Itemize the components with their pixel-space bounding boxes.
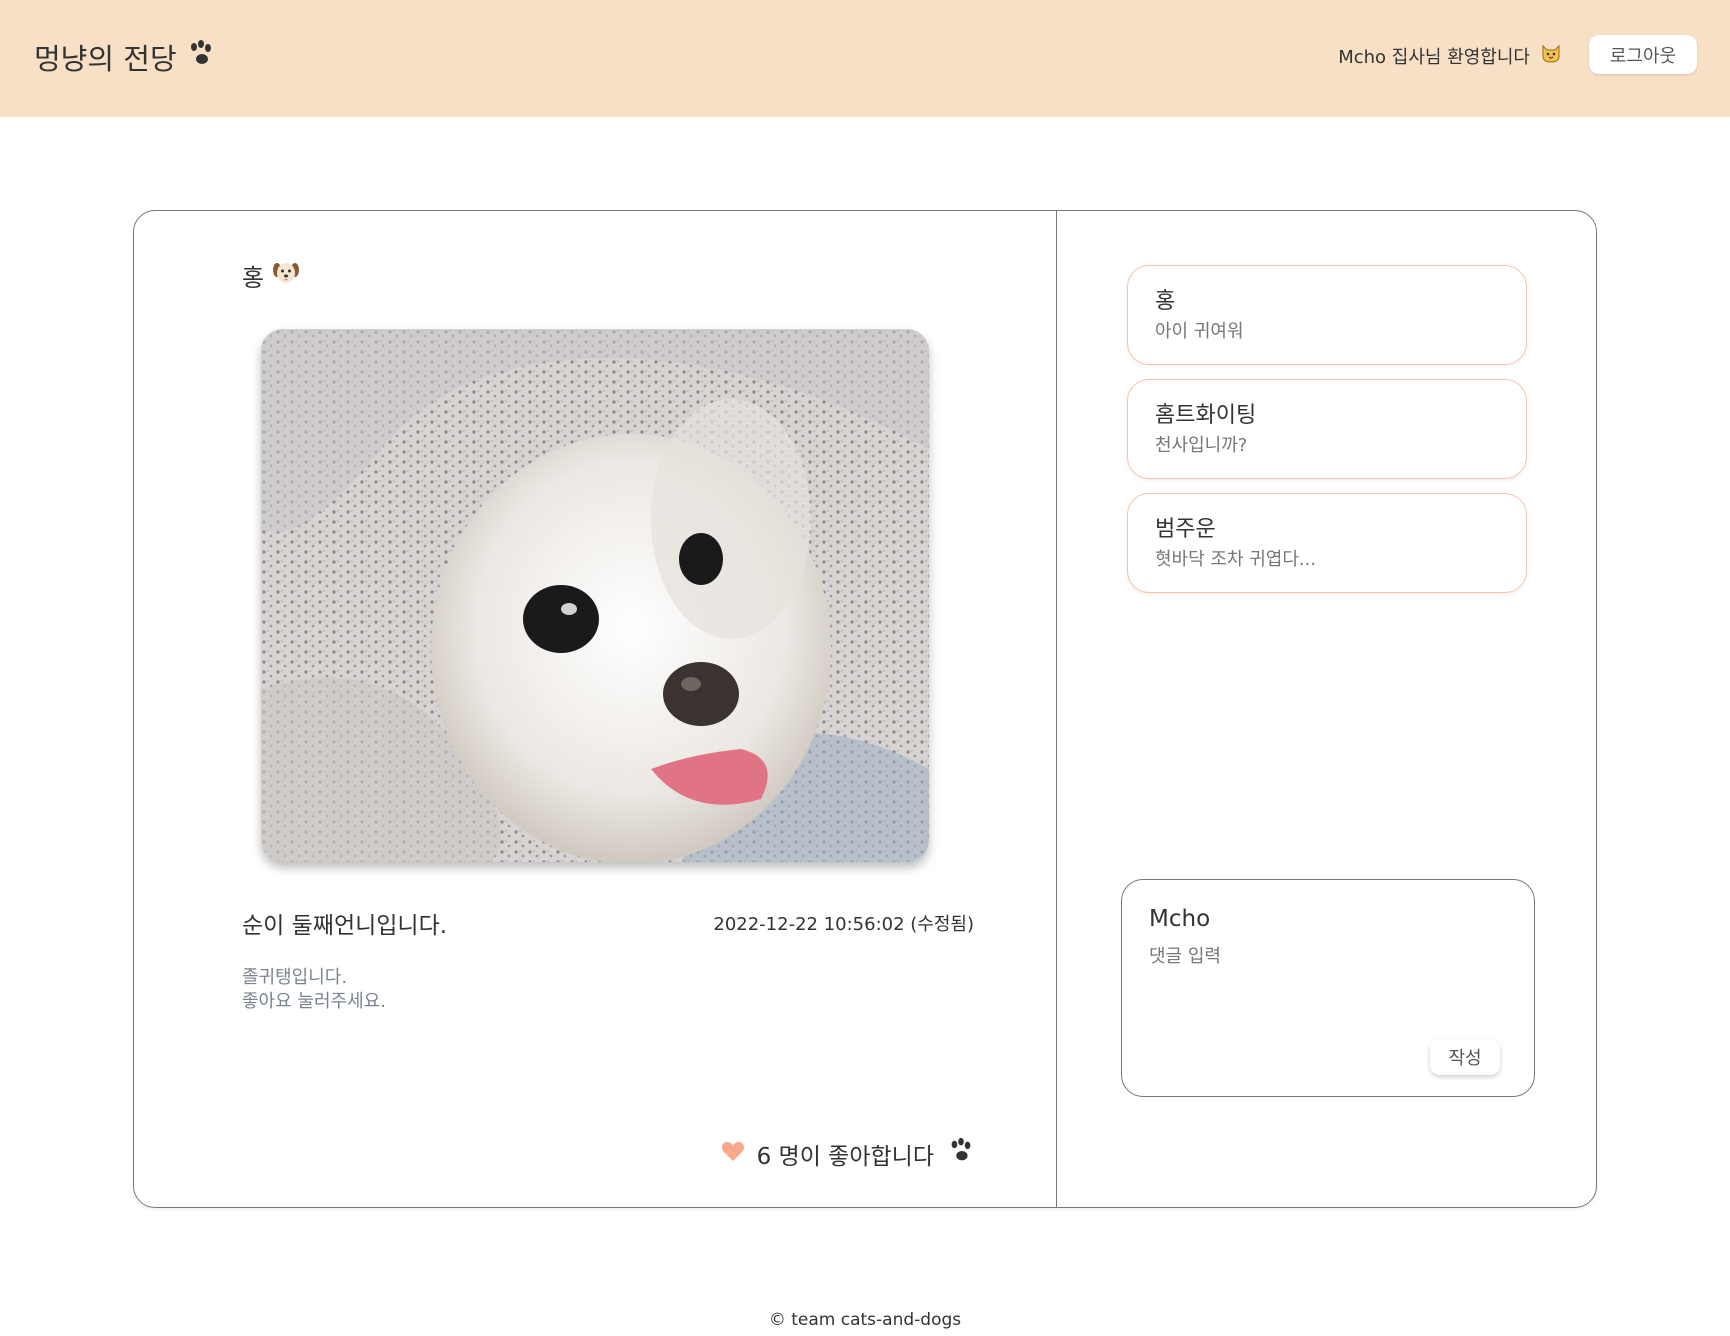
cat-face-icon bbox=[1540, 42, 1562, 69]
comment-author: 홈트화이팅 bbox=[1155, 403, 1257, 428]
site-logo-text: 멍냥의 전당 bbox=[34, 42, 177, 76]
like-count-text: 6 명이 좋아합니다 bbox=[756, 1144, 934, 1170]
comment-input[interactable] bbox=[1149, 942, 1509, 1032]
post-body-line: 좋아요 눌러주세요. bbox=[242, 991, 386, 1012]
compose-username: Mcho bbox=[1149, 906, 1211, 932]
card-divider bbox=[1056, 211, 1057, 1207]
submit-comment-button[interactable]: 작성 bbox=[1430, 1039, 1500, 1075]
welcome-message: Mcho 집사님 환영합니다 bbox=[1338, 42, 1562, 69]
site-header: 멍냥의 전당 Mcho 집사님 환영합니다 로그아웃 bbox=[0, 0, 1730, 117]
dog-photo bbox=[261, 329, 929, 862]
heart-icon[interactable] bbox=[721, 1140, 745, 1168]
paw-icon bbox=[946, 1136, 976, 1172]
comment-item: 범주운 혓바닥 조차 귀엽다... bbox=[1127, 493, 1527, 593]
post-photo bbox=[261, 329, 929, 862]
dog-face-icon bbox=[272, 260, 300, 292]
footer-copyright: © team cats-and-dogs bbox=[768, 1310, 962, 1330]
comment-text: 아이 귀여워 bbox=[1155, 321, 1244, 342]
post-author-name: 홍 bbox=[242, 264, 265, 292]
comment-item: 홈트화이팅 천사입니까? bbox=[1127, 379, 1527, 479]
comment-author: 범주운 bbox=[1155, 517, 1216, 542]
post-author: 홍 bbox=[242, 258, 300, 293]
post-title: 순이 둘째언니입니다. bbox=[242, 913, 448, 939]
comment-text: 혓바닥 조차 귀엽다... bbox=[1155, 549, 1317, 570]
post-body: 졸귀탱입니다. 좋아요 눌러주세요. bbox=[242, 966, 386, 1014]
comment-text: 천사입니까? bbox=[1155, 435, 1248, 456]
welcome-text: Mcho 집사님 환영합니다 bbox=[1338, 46, 1530, 68]
logout-button[interactable]: 로그아웃 bbox=[1589, 35, 1697, 74]
comment-item: 홍 아이 귀여워 bbox=[1127, 265, 1527, 365]
post-body-line: 졸귀탱입니다. bbox=[242, 967, 348, 988]
post-date: 2022-12-22 10:56:02 (수정됨) bbox=[713, 914, 974, 935]
paw-icon bbox=[185, 38, 217, 77]
comment-author: 홍 bbox=[1155, 289, 1176, 314]
comment-compose-box: Mcho 작성 bbox=[1121, 879, 1535, 1097]
post-card: 홍 순이 둘째언니입니다. 2022-12-22 10:56:02 (수정됨) … bbox=[133, 210, 1597, 1208]
like-section: 6 명이 좋아합니다 bbox=[721, 1136, 976, 1172]
site-logo[interactable]: 멍냥의 전당 bbox=[34, 36, 217, 78]
